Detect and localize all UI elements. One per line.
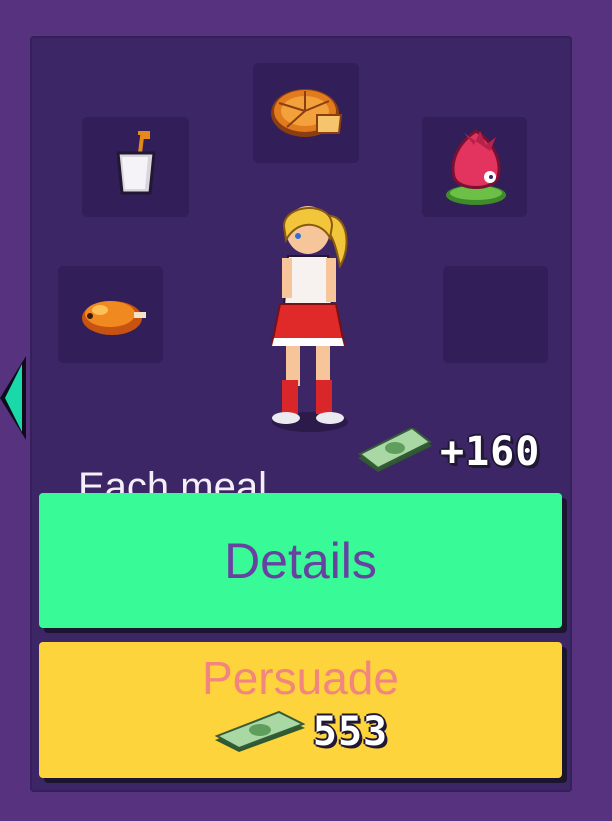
food-bubble-mid-left	[58, 266, 163, 363]
food-bubble-top-left	[82, 117, 189, 217]
cash-icon	[358, 428, 432, 472]
dragonfruit-icon	[446, 129, 506, 205]
previous-arrow-icon[interactable]	[0, 356, 26, 440]
persuade-button[interactable]: Persuade 553	[39, 642, 562, 778]
food-bubble-top-right	[422, 117, 527, 217]
cheerleader-character	[270, 206, 348, 432]
food-bubble-top	[253, 63, 359, 163]
cash-icon	[214, 710, 306, 752]
details-button-label: Details	[224, 532, 377, 589]
food-bubble-mid-right	[443, 266, 548, 363]
persuade-cost-amount: 553	[312, 709, 389, 755]
persuade-cost: 553	[213, 709, 388, 755]
meal-reward: +160	[356, 428, 540, 476]
meal-reward-amount: +160	[440, 429, 541, 475]
roast-chicken-icon	[82, 301, 146, 335]
pizza-icon	[271, 89, 343, 137]
details-button[interactable]: Details	[39, 493, 562, 628]
milkshake-icon	[116, 131, 156, 195]
persuade-button-label: Persuade	[202, 652, 399, 704]
